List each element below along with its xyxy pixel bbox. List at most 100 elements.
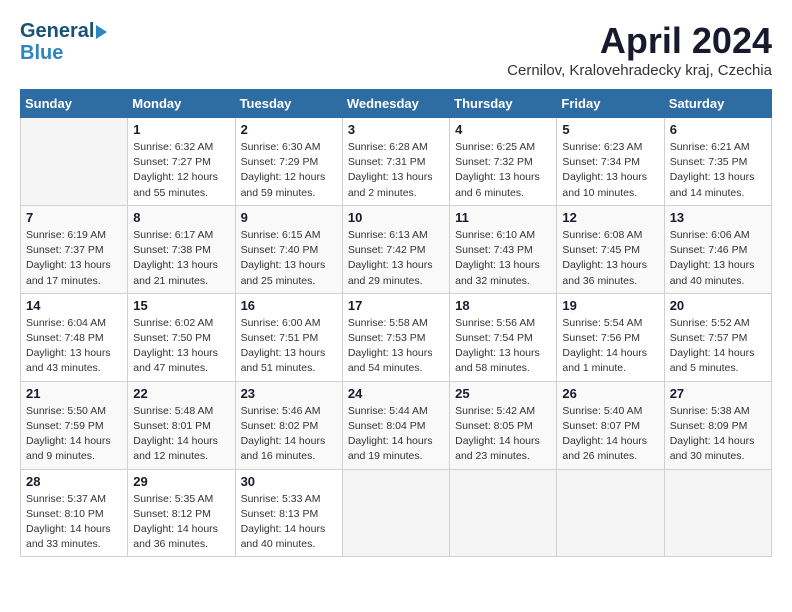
calendar-cell: 8 Sunrise: 6:17 AM Sunset: 7:38 PM Daylig… <box>128 205 235 293</box>
day-number: 17 <box>348 298 444 313</box>
day-info: Sunrise: 6:06 AM Sunset: 7:46 PM Dayligh… <box>670 228 766 289</box>
day-number: 1 <box>133 122 229 137</box>
calendar-cell: 14Sunrise: 6:04 AM Sunset: 7:48 PM Dayli… <box>21 293 128 381</box>
calendar-cell: 27Sunrise: 5:38 AM Sunset: 8:09 PM Dayli… <box>664 381 771 469</box>
day-number: 4 <box>455 122 551 137</box>
day-info: Sunrise: 6:19 AM Sunset: 7:37 PM Dayligh… <box>26 228 122 289</box>
calendar-header-wednesday: Wednesday <box>342 90 449 118</box>
day-info: Sunrise: 5:46 AM Sunset: 8:02 PM Dayligh… <box>241 404 337 465</box>
calendar-cell: 6Sunrise: 6:21 AM Sunset: 7:35 PM Daylig… <box>664 118 771 206</box>
day-info: Sunrise: 5:33 AM Sunset: 8:13 PM Dayligh… <box>241 492 337 553</box>
day-info: Sunrise: 6:25 AM Sunset: 7:32 PM Dayligh… <box>455 140 551 201</box>
day-info: Sunrise: 5:56 AM Sunset: 7:54 PM Dayligh… <box>455 316 551 377</box>
calendar-header-friday: Friday <box>557 90 664 118</box>
day-number: 13 <box>670 210 766 225</box>
day-info: Sunrise: 6:30 AM Sunset: 7:29 PM Dayligh… <box>241 140 337 201</box>
day-info: Sunrise: 5:54 AM Sunset: 7:56 PM Dayligh… <box>562 316 658 377</box>
day-number: 20 <box>670 298 766 313</box>
day-info: Sunrise: 5:37 AM Sunset: 8:10 PM Dayligh… <box>26 492 122 553</box>
day-info: Sunrise: 5:58 AM Sunset: 7:53 PM Dayligh… <box>348 316 444 377</box>
day-number: 26 <box>562 386 658 401</box>
calendar-cell: 25 Sunrise: 5:42 AM Sunset: 8:05 PM Dayli… <box>450 381 557 469</box>
calendar-cell: 16 Sunrise: 6:00 AM Sunset: 7:51 PM Dayli… <box>235 293 342 381</box>
day-number: 24 <box>348 386 444 401</box>
day-number: 5 <box>562 122 658 137</box>
calendar-cell: 5 Sunrise: 6:23 AM Sunset: 7:34 PM Daylig… <box>557 118 664 206</box>
day-number: 11 <box>455 210 551 225</box>
calendar-cell: 28 Sunrise: 5:37 AM Sunset: 8:10 PM Dayli… <box>21 469 128 557</box>
day-info: Sunrise: 5:52 AM Sunset: 7:57 PM Dayligh… <box>670 316 766 377</box>
day-info: Sunrise: 5:35 AM Sunset: 8:12 PM Dayligh… <box>133 492 229 553</box>
week-row-5: 28 Sunrise: 5:37 AM Sunset: 8:10 PM Dayli… <box>21 469 772 557</box>
calendar-cell: 20 Sunrise: 5:52 AM Sunset: 7:57 PM Dayli… <box>664 293 771 381</box>
calendar-header-thursday: Thursday <box>450 90 557 118</box>
calendar-cell: 29 Sunrise: 5:35 AM Sunset: 8:12 PM Dayli… <box>128 469 235 557</box>
logo-blue: Blue <box>20 42 107 64</box>
day-number: 19 <box>562 298 658 313</box>
day-number: 28 <box>26 474 122 489</box>
week-row-1: 1 Sunrise: 6:32 AM Sunset: 7:27 PM Daylig… <box>21 118 772 206</box>
calendar-header-sunday: Sunday <box>21 90 128 118</box>
calendar-header-row: SundayMondayTuesdayWednesdayThursdayFrid… <box>21 90 772 118</box>
day-info: Sunrise: 6:17 AM Sunset: 7:38 PM Dayligh… <box>133 228 229 289</box>
calendar-cell: 17 Sunrise: 5:58 AM Sunset: 7:53 PM Dayli… <box>342 293 449 381</box>
calendar-cell: 11 Sunrise: 6:10 AM Sunset: 7:43 PM Dayli… <box>450 205 557 293</box>
day-number: 22 <box>133 386 229 401</box>
calendar-cell <box>21 118 128 206</box>
calendar-cell: 23 Sunrise: 5:46 AM Sunset: 8:02 PM Dayli… <box>235 381 342 469</box>
logo: General Blue <box>20 20 107 64</box>
calendar-cell: 9Sunrise: 6:15 AM Sunset: 7:40 PM Daylig… <box>235 205 342 293</box>
calendar-cell <box>342 469 449 557</box>
calendar-cell <box>557 469 664 557</box>
day-number: 2 <box>241 122 337 137</box>
calendar-cell: 19 Sunrise: 5:54 AM Sunset: 7:56 PM Dayli… <box>557 293 664 381</box>
day-info: Sunrise: 6:10 AM Sunset: 7:43 PM Dayligh… <box>455 228 551 289</box>
week-row-4: 21 Sunrise: 5:50 AM Sunset: 7:59 PM Dayli… <box>21 381 772 469</box>
day-number: 21 <box>26 386 122 401</box>
calendar-cell: 24Sunrise: 5:44 AM Sunset: 8:04 PM Dayli… <box>342 381 449 469</box>
day-info: Sunrise: 6:02 AM Sunset: 7:50 PM Dayligh… <box>133 316 229 377</box>
day-info: Sunrise: 6:32 AM Sunset: 7:27 PM Dayligh… <box>133 140 229 201</box>
day-info: Sunrise: 6:15 AM Sunset: 7:40 PM Dayligh… <box>241 228 337 289</box>
calendar-title: April 2024 <box>507 20 772 62</box>
day-number: 23 <box>241 386 337 401</box>
day-info: Sunrise: 5:40 AM Sunset: 8:07 PM Dayligh… <box>562 404 658 465</box>
calendar-cell: 30 Sunrise: 5:33 AM Sunset: 8:13 PM Dayli… <box>235 469 342 557</box>
day-number: 29 <box>133 474 229 489</box>
calendar-cell: 18 Sunrise: 5:56 AM Sunset: 7:54 PM Dayli… <box>450 293 557 381</box>
calendar-header-tuesday: Tuesday <box>235 90 342 118</box>
calendar-cell: 26 Sunrise: 5:40 AM Sunset: 8:07 PM Dayli… <box>557 381 664 469</box>
calendar-cell <box>664 469 771 557</box>
day-number: 12 <box>562 210 658 225</box>
title-section: April 2024 Cernilov, Kralovehradecky kra… <box>507 20 772 79</box>
day-number: 18 <box>455 298 551 313</box>
calendar-header-monday: Monday <box>128 90 235 118</box>
day-info: Sunrise: 6:23 AM Sunset: 7:34 PM Dayligh… <box>562 140 658 201</box>
day-info: Sunrise: 6:00 AM Sunset: 7:51 PM Dayligh… <box>241 316 337 377</box>
day-number: 7 <box>26 210 122 225</box>
day-info: Sunrise: 6:04 AM Sunset: 7:48 PM Dayligh… <box>26 316 122 377</box>
day-number: 3 <box>348 122 444 137</box>
calendar-cell: 21 Sunrise: 5:50 AM Sunset: 7:59 PM Dayli… <box>21 381 128 469</box>
day-number: 30 <box>241 474 337 489</box>
day-info: Sunrise: 5:50 AM Sunset: 7:59 PM Dayligh… <box>26 404 122 465</box>
day-info: Sunrise: 6:08 AM Sunset: 7:45 PM Dayligh… <box>562 228 658 289</box>
calendar-cell: 12 Sunrise: 6:08 AM Sunset: 7:45 PM Dayli… <box>557 205 664 293</box>
day-number: 8 <box>133 210 229 225</box>
day-number: 15 <box>133 298 229 313</box>
calendar-cell: 3Sunrise: 6:28 AM Sunset: 7:31 PM Daylig… <box>342 118 449 206</box>
day-info: Sunrise: 5:42 AM Sunset: 8:05 PM Dayligh… <box>455 404 551 465</box>
calendar-cell: 1 Sunrise: 6:32 AM Sunset: 7:27 PM Daylig… <box>128 118 235 206</box>
logo-general: General <box>20 20 94 42</box>
day-number: 25 <box>455 386 551 401</box>
day-info: Sunrise: 5:48 AM Sunset: 8:01 PM Dayligh… <box>133 404 229 465</box>
day-info: Sunrise: 6:21 AM Sunset: 7:35 PM Dayligh… <box>670 140 766 201</box>
week-row-3: 14Sunrise: 6:04 AM Sunset: 7:48 PM Dayli… <box>21 293 772 381</box>
calendar-subtitle: Cernilov, Kralovehradecky kraj, Czechia <box>507 62 772 79</box>
calendar-cell: 22 Sunrise: 5:48 AM Sunset: 8:01 PM Dayli… <box>128 381 235 469</box>
calendar-table: SundayMondayTuesdayWednesdayThursdayFrid… <box>20 89 772 557</box>
calendar-cell: 7 Sunrise: 6:19 AM Sunset: 7:37 PM Daylig… <box>21 205 128 293</box>
day-number: 10 <box>348 210 444 225</box>
day-number: 16 <box>241 298 337 313</box>
calendar-cell: 10Sunrise: 6:13 AM Sunset: 7:42 PM Dayli… <box>342 205 449 293</box>
